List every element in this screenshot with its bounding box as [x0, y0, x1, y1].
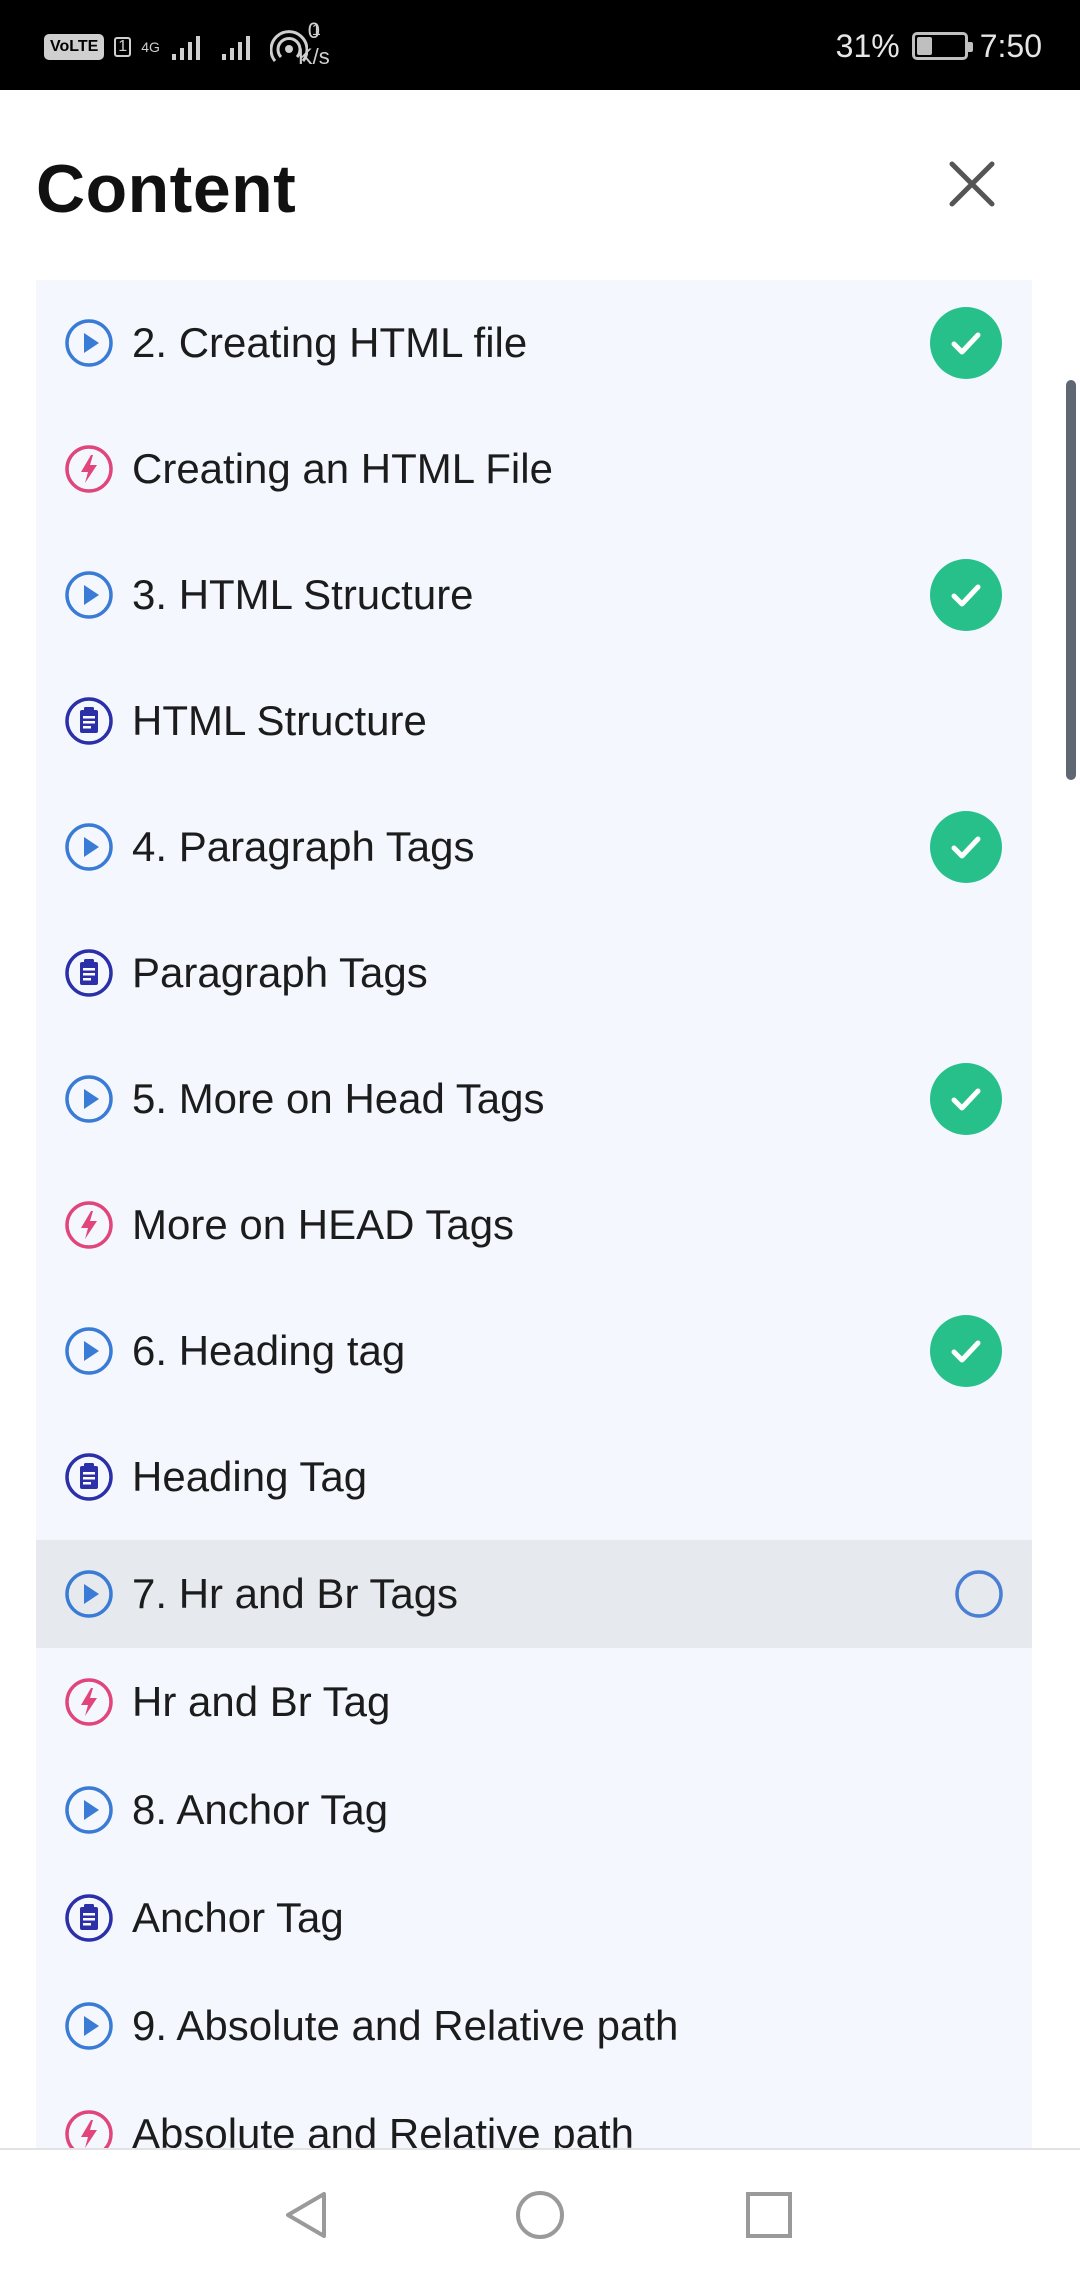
scrollbar-thumb[interactable]: [1066, 380, 1076, 780]
list-item-label: 6. Heading tag: [132, 1327, 406, 1374]
list-item-label: Hr and Br Tag: [132, 1678, 391, 1725]
status-right: 31% 7:50: [836, 24, 1042, 68]
nav-recents-button[interactable]: [734, 2180, 804, 2250]
list-item-label: 5. More on Head Tags: [132, 1075, 545, 1122]
battery-icon: [911, 32, 973, 60]
nav-home-button[interactable]: [505, 2180, 575, 2250]
list-item[interactable]: 6. Heading tag: [36, 1288, 1032, 1414]
list-item[interactable]: 5. More on Head Tags: [36, 1036, 1032, 1162]
play-icon: [64, 318, 114, 368]
lightning-icon: [64, 1200, 114, 1250]
list-item[interactable]: Hr and Br Tag: [36, 1648, 1032, 1756]
list-item-label: Absolute and Relative path: [132, 2110, 635, 2150]
lightning-icon: [64, 444, 114, 494]
list-item-label: Heading Tag: [132, 1453, 368, 1500]
recents-icon: [746, 2192, 792, 2238]
page-title: Content: [36, 151, 297, 227]
list-item[interactable]: HTML Structure: [36, 658, 1032, 784]
lightning-icon: [64, 1677, 114, 1727]
completed-check-icon: [930, 1063, 1002, 1135]
sim-indicator: 1: [114, 37, 132, 57]
list-item[interactable]: 2. Creating HTML file: [36, 280, 1032, 406]
clipboard-icon: [64, 1893, 114, 1943]
list-item-label: 8. Anchor Tag: [132, 1786, 389, 1833]
completed-check-icon: [930, 307, 1002, 379]
list-item-label: More on HEAD Tags: [132, 1201, 515, 1248]
list-item[interactable]: 3. HTML Structure: [36, 532, 1032, 658]
play-icon: [64, 1074, 114, 1124]
clipboard-icon: [64, 948, 114, 998]
clock: 7:50: [979, 27, 1042, 64]
list-item-label: HTML Structure: [132, 697, 427, 744]
clipboard-icon: [64, 696, 114, 746]
network-type: 4G: [141, 39, 160, 55]
battery-fill: [916, 37, 933, 55]
list-item-label: Creating an HTML File: [132, 445, 553, 492]
list-item[interactable]: Anchor Tag: [36, 1864, 1032, 1972]
list-item[interactable]: Heading Tag: [36, 1414, 1032, 1540]
list-item-label: 2. Creating HTML file: [132, 319, 528, 366]
speed-value: 0: [307, 18, 321, 43]
speed-unit: K/s: [298, 44, 330, 69]
status-bar: VoLTE 1 4G 1 0 K/s 31% 7:50: [0, 0, 1080, 90]
list-item[interactable]: 9. Absolute and Relative path: [36, 1972, 1032, 2080]
back-icon: [286, 2192, 326, 2238]
play-icon: [64, 2001, 114, 2051]
navigation-bar: [0, 2150, 1080, 2280]
completed-check-icon: [930, 559, 1002, 631]
play-icon: [64, 570, 114, 620]
network-speed: 0 K/s: [298, 18, 330, 70]
list-item-label: 3. HTML Structure: [132, 571, 474, 618]
battery-percent: 31%: [835, 27, 900, 64]
close-icon: [949, 161, 995, 207]
signal-icon: [171, 36, 200, 60]
list-item-label: Paragraph Tags: [132, 949, 428, 996]
list-item-label: 4. Paragraph Tags: [132, 823, 475, 870]
clipboard-icon: [64, 1452, 114, 1502]
completed-check-icon: [930, 811, 1002, 883]
status-left: VoLTE 1 4G 1: [44, 22, 321, 72]
play-icon: [64, 822, 114, 872]
list-item[interactable]: Paragraph Tags: [36, 910, 1032, 1036]
list-item[interactable]: Creating an HTML File: [36, 406, 1032, 532]
play-icon: [64, 1569, 114, 1619]
signal-icon-2: [221, 36, 250, 60]
list-item[interactable]: 4. Paragraph Tags: [36, 784, 1032, 910]
list-item[interactable]: Absolute and Relative path: [36, 2080, 1032, 2150]
list-item-label: 7. Hr and Br Tags: [132, 1570, 459, 1617]
list-item-label: Anchor Tag: [132, 1894, 344, 1941]
list-item[interactable]: More on HEAD Tags: [36, 1162, 1032, 1288]
list-item-label: 9. Absolute and Relative path: [132, 2002, 679, 2049]
list-item[interactable]: 7. Hr and Br Tags: [36, 1540, 1032, 1648]
play-icon: [64, 1326, 114, 1376]
nav-back-button[interactable]: [272, 2180, 342, 2250]
volte-badge: VoLTE: [44, 34, 105, 60]
content-list[interactable]: 2. Creating HTML file Creating an HTML Fi…: [36, 280, 1032, 2150]
close-button[interactable]: [940, 152, 1004, 216]
play-icon: [64, 1785, 114, 1835]
list-item[interactable]: 8. Anchor Tag: [36, 1756, 1032, 1864]
home-icon: [516, 2191, 564, 2239]
completed-check-icon: [930, 1315, 1002, 1387]
lightning-icon: [64, 2109, 114, 2150]
progress-circle-icon: [954, 1569, 1004, 1619]
